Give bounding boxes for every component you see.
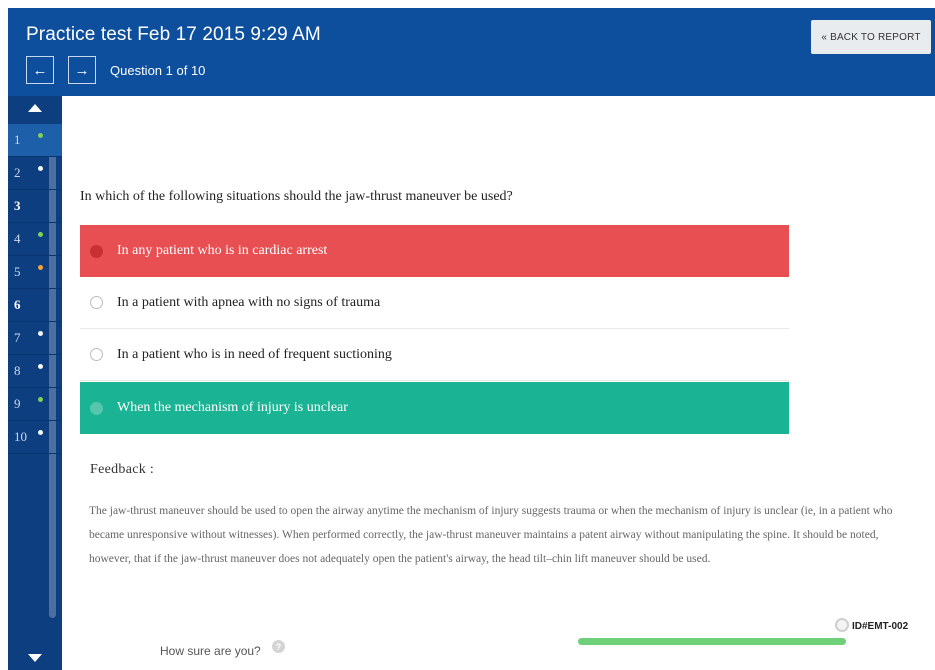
status-dot-icon xyxy=(38,232,43,237)
sidebar-item-label: 5 xyxy=(14,264,21,279)
help-icon[interactable]: ? xyxy=(272,640,285,653)
sidebar-item-label: 6 xyxy=(14,297,21,312)
previous-question-button[interactable]: ← xyxy=(26,56,54,84)
sidebar-item-label: 8 xyxy=(14,363,21,378)
caret-down-icon xyxy=(28,654,42,662)
next-question-button[interactable]: → xyxy=(68,56,96,84)
caret-up-icon xyxy=(28,104,42,112)
sidebar-item-label: 10 xyxy=(14,429,27,444)
answer-option-3[interactable]: In a patient who is in need of frequent … xyxy=(80,329,789,381)
sidebar-item-question-5[interactable]: 5 xyxy=(8,256,62,289)
sidebar-item-question-10[interactable]: 10 xyxy=(8,421,62,454)
radio-empty-icon xyxy=(90,296,103,309)
status-dot-icon xyxy=(38,133,43,138)
sidebar-scroll-up-button[interactable] xyxy=(8,96,62,120)
answer-option-label: In any patient who is in cardiac arrest xyxy=(117,243,328,258)
question-list: 1 2 3 4 5 6 7 8 9 10 xyxy=(8,124,62,454)
sidebar-item-question-4[interactable]: 4 xyxy=(8,223,62,256)
sidebar-item-label: 2 xyxy=(14,165,21,180)
status-dot-icon xyxy=(38,265,43,270)
radio-correct-icon xyxy=(90,401,103,415)
answer-option-label: In a patient with apnea with no signs of… xyxy=(117,294,381,310)
question-text: In which of the following situations sho… xyxy=(80,189,513,204)
sidebar-item-question-6[interactable]: 6 xyxy=(8,289,62,322)
sidebar-item-label: 1 xyxy=(14,132,21,147)
sidebar-item-question-7[interactable]: 7 xyxy=(8,322,62,355)
sidebar-item-label: 9 xyxy=(14,396,21,411)
arrow-left-icon: ← xyxy=(32,61,48,79)
header-bar: Practice test Feb 17 2015 9:29 AM ← → Qu… xyxy=(8,8,935,96)
status-dot-icon xyxy=(38,166,43,171)
location-pin-icon xyxy=(835,618,849,632)
sidebar-item-question-1[interactable]: 1 xyxy=(8,124,62,157)
answer-option-1[interactable]: In any patient who is in cardiac arrest xyxy=(80,225,789,277)
answer-option-label: When the mechanism of injury is unclear xyxy=(117,400,348,415)
status-dot-icon xyxy=(38,397,43,402)
confidence-fill xyxy=(578,638,846,645)
answer-option-4[interactable]: When the mechanism of injury is unclear xyxy=(80,382,789,434)
sidebar-item-question-3[interactable]: 3 xyxy=(8,190,62,223)
answer-option-label: In a patient who is in need of frequent … xyxy=(117,346,392,362)
arrow-right-icon: → xyxy=(74,61,90,79)
confidence-slider[interactable] xyxy=(578,638,846,645)
sidebar-item-question-2[interactable]: 2 xyxy=(8,157,62,190)
sidebar-item-question-8[interactable]: 8 xyxy=(8,355,62,388)
radio-empty-icon xyxy=(90,348,103,361)
answer-option-2[interactable]: In a patient with apnea with no signs of… xyxy=(80,277,789,329)
sidebar-item-label: 7 xyxy=(14,330,21,345)
status-dot-icon xyxy=(38,430,43,435)
question-counter: Question 1 of 10 xyxy=(110,63,206,78)
confidence-prompt: How sure are you? xyxy=(160,644,261,658)
sidebar-item-label: 4 xyxy=(14,231,21,246)
feedback-explanation: The jaw-thrust maneuver should be used t… xyxy=(89,505,893,565)
status-dot-icon xyxy=(38,331,43,336)
question-sidebar: 1 2 3 4 5 6 7 8 9 10 xyxy=(8,96,62,670)
status-dot-icon xyxy=(38,364,43,369)
feedback-heading: Feedback : xyxy=(90,462,155,477)
sidebar-scroll-down-button[interactable] xyxy=(8,646,62,670)
radio-selected-icon xyxy=(90,244,103,258)
sidebar-item-label: 3 xyxy=(14,198,21,213)
back-to-report-button[interactable]: « BACK TO REPORT xyxy=(811,20,931,54)
sidebar-item-question-9[interactable]: 9 xyxy=(8,388,62,421)
question-id-label: ID#EMT-002 xyxy=(852,621,909,632)
test-title: Practice test Feb 17 2015 9:29 AM xyxy=(26,24,321,45)
